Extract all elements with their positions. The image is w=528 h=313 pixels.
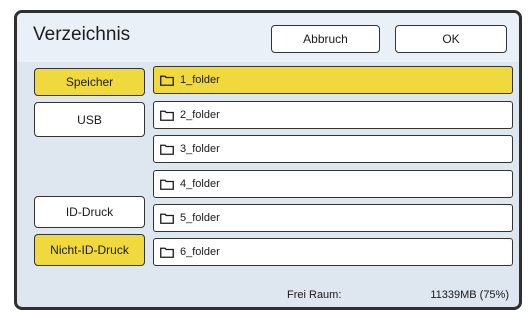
cancel-button[interactable]: Abbruch [271, 25, 380, 53]
folder-item-3[interactable]: 3_folder [153, 135, 513, 163]
ok-button[interactable]: OK [395, 25, 507, 53]
sidebar-item-nicht-id-druck[interactable]: Nicht-ID-Druck [34, 234, 145, 266]
folder-item-4[interactable]: 4_folder [153, 170, 513, 198]
folder-item-1[interactable]: 1_folder [153, 66, 513, 94]
free-space-label: Frei Raum: [287, 289, 342, 301]
sidebar-item-usb[interactable]: USB [34, 102, 145, 137]
folder-name: 5_folder [180, 212, 220, 224]
free-space-value: 11339MB (75%) [430, 289, 509, 301]
folder-icon [160, 179, 174, 190]
folder-icon [160, 144, 174, 155]
folder-name: 4_folder [180, 178, 220, 190]
folder-icon [160, 247, 174, 258]
folder-icon [160, 213, 174, 224]
folder-item-5[interactable]: 5_folder [153, 204, 513, 232]
folder-icon [160, 110, 174, 121]
directory-dialog: Verzeichnis Abbruch OK Speicher USB ID-D… [14, 10, 522, 310]
folder-icon [160, 75, 174, 86]
folder-item-2[interactable]: 2_folder [153, 101, 513, 129]
sidebar-item-speicher[interactable]: Speicher [34, 68, 145, 96]
folder-item-6[interactable]: 6_folder [153, 238, 513, 266]
dialog-header: Verzeichnis Abbruch OK [17, 13, 519, 62]
folder-name: 1_folder [180, 74, 220, 86]
folder-name: 2_folder [180, 109, 220, 121]
folder-name: 6_folder [180, 246, 220, 258]
dialog-title: Verzeichnis [33, 24, 131, 45]
folder-name: 3_folder [180, 143, 220, 155]
sidebar-item-id-druck[interactable]: ID-Druck [34, 196, 145, 228]
